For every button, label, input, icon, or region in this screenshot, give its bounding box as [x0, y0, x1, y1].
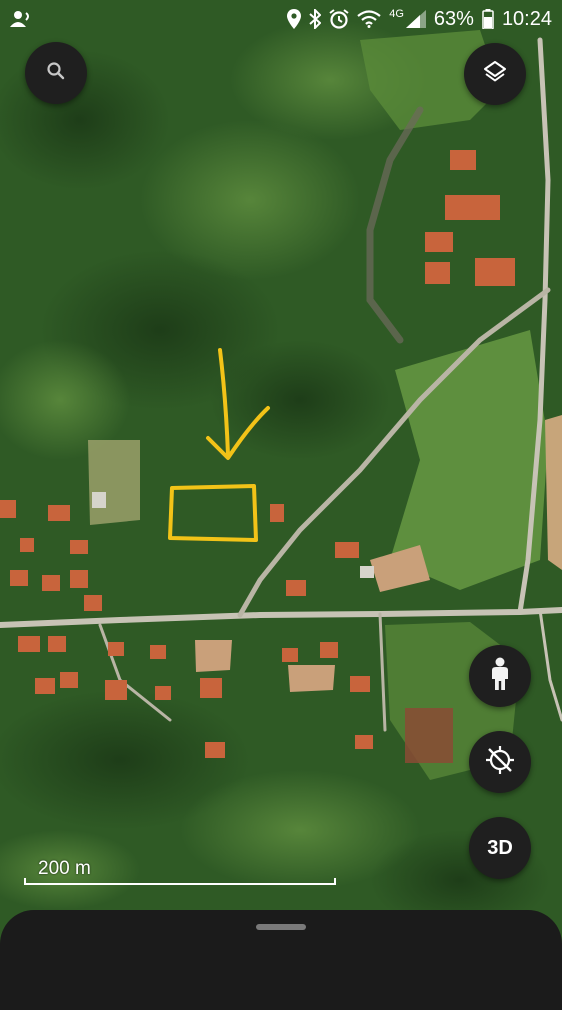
layers-icon	[482, 59, 508, 90]
battery-icon	[482, 9, 494, 29]
status-bar: 4G 63% 10:24	[0, 0, 562, 38]
scale-bar: 200 m	[24, 856, 336, 888]
three-d-label: 3D	[487, 836, 513, 859]
clock: 10:24	[501, 7, 552, 30]
scale-label: 200 m	[38, 858, 91, 879]
user-sync-icon	[10, 10, 32, 28]
drag-handle[interactable]	[256, 924, 306, 930]
battery-percent: 63%	[433, 7, 474, 30]
orientation-button[interactable]	[469, 731, 531, 793]
layers-button[interactable]	[464, 43, 526, 105]
bluetooth-icon	[309, 9, 322, 29]
network-type-label: 4G	[389, 8, 404, 20]
wifi-icon	[357, 10, 381, 28]
three-d-button[interactable]: 3D	[469, 817, 531, 879]
search-button[interactable]	[25, 42, 87, 104]
street-view-button[interactable]	[469, 645, 531, 707]
pegman-icon	[489, 657, 511, 696]
scale-line	[24, 878, 336, 885]
location-icon	[287, 9, 302, 29]
compass-reset-icon	[484, 744, 516, 781]
bottom-sheet[interactable]	[0, 910, 562, 1010]
signal-icon	[405, 10, 426, 28]
alarm-icon	[329, 9, 349, 29]
search-icon	[46, 61, 66, 86]
